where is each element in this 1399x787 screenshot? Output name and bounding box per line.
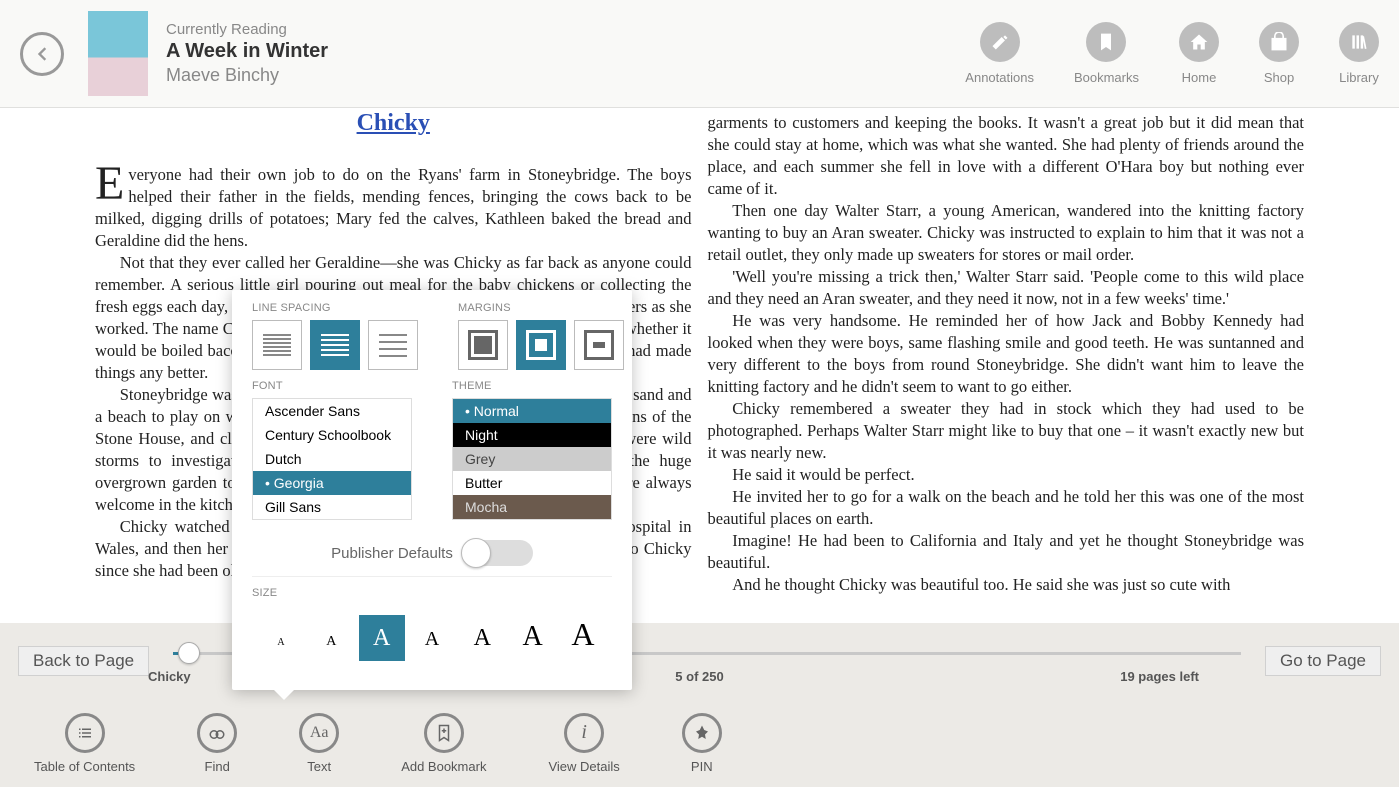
theme-butter[interactable]: Butter <box>453 471 611 495</box>
bottom-toolbar: Table of Contents Find Aa Text Add Bookm… <box>0 699 1399 787</box>
bookmark-add-icon <box>424 713 464 753</box>
back-to-page-button[interactable]: Back to Page <box>18 646 149 676</box>
home-button[interactable]: Home <box>1179 22 1219 85</box>
paragraph: He said it would be perfect. <box>708 464 1305 486</box>
header-actions: Annotations Bookmarks Home Shop Library <box>965 22 1379 85</box>
font-option[interactable]: Ascender Sans <box>253 399 411 423</box>
paragraph: garments to customers and keeping the bo… <box>708 112 1305 200</box>
library-icon <box>1339 22 1379 62</box>
theme-grey[interactable]: Grey <box>453 447 611 471</box>
theme-night[interactable]: Night <box>453 423 611 447</box>
book-title: A Week in Winter <box>166 40 328 63</box>
list-icon <box>65 713 105 753</box>
nav-label: Shop <box>1264 70 1294 85</box>
margins-label: MARGINS <box>458 302 624 314</box>
info-icon: i <box>564 713 604 753</box>
pin-button[interactable]: PIN <box>682 713 722 774</box>
toc-button[interactable]: Table of Contents <box>34 713 135 774</box>
home-icon <box>1179 22 1219 62</box>
book-author: Maeve Binchy <box>166 65 328 86</box>
font-label: FONT <box>252 380 412 392</box>
book-meta: Currently Reading A Week in Winter Maeve… <box>166 21 328 86</box>
go-to-page-button[interactable]: Go to Page <box>1265 646 1381 676</box>
size-option[interactable]: A <box>308 619 354 665</box>
paragraph: He was very handsome. He reminded her of… <box>708 310 1305 398</box>
page-count: 5 of 250 <box>675 669 723 684</box>
chapter-indicator: Chicky <box>148 669 191 684</box>
text-settings-popover: LINE SPACING MARGINS FONT Ascender Sans … <box>232 290 632 690</box>
nav-label: Library <box>1339 70 1379 85</box>
size-option[interactable]: A <box>258 620 304 666</box>
font-list[interactable]: Ascender Sans Century Schoolbook Dutch G… <box>252 398 412 520</box>
header-bar: Currently Reading A Week in Winter Maeve… <box>0 0 1399 108</box>
back-button[interactable] <box>20 32 64 76</box>
size-option[interactable]: A <box>560 611 606 657</box>
paragraph: Then one day Walter Starr, a young Ameri… <box>708 200 1305 266</box>
paragraph: And he thought Chicky was beautiful too.… <box>708 574 1305 596</box>
paragraph: 'Well you're missing a trick then,' Walt… <box>708 266 1305 310</box>
line-spacing-tight[interactable] <box>252 320 302 370</box>
font-option-selected[interactable]: Georgia <box>253 471 411 495</box>
bookmarks-button[interactable]: Bookmarks <box>1074 22 1139 85</box>
font-size-row: A A A A A A A <box>252 605 612 666</box>
size-option-selected[interactable]: A <box>359 615 405 661</box>
add-bookmark-button[interactable]: Add Bookmark <box>401 713 486 774</box>
highlighter-icon <box>980 22 1020 62</box>
toolbar-label: Text <box>307 759 331 774</box>
chapter-title: Chicky <box>95 112 692 134</box>
size-option[interactable]: A <box>459 615 505 661</box>
annotations-button[interactable]: Annotations <box>965 22 1034 85</box>
margin-narrow[interactable] <box>458 320 508 370</box>
binoculars-icon <box>197 713 237 753</box>
theme-mocha[interactable]: Mocha <box>453 495 611 519</box>
nav-label: Annotations <box>965 70 1034 85</box>
pin-icon <box>682 713 722 753</box>
progress-bar-row: Back to Page Go to Page Chicky 5 of 250 … <box>0 623 1399 699</box>
nav-label: Bookmarks <box>1074 70 1139 85</box>
font-option[interactable]: Gill Sans <box>253 495 411 519</box>
paragraph: Everyone had their own job to do on the … <box>95 164 692 252</box>
pages-left: 19 pages left <box>1120 669 1199 684</box>
shop-button[interactable]: Shop <box>1259 22 1299 85</box>
theme-list[interactable]: Normal Night Grey Butter Mocha <box>452 398 612 520</box>
text-settings-button[interactable]: Aa Text <box>299 713 339 774</box>
reading-area: Chicky Everyone had their own job to do … <box>0 108 1399 623</box>
toolbar-label: PIN <box>691 759 713 774</box>
bookmark-icon <box>1086 22 1126 62</box>
text-icon: Aa <box>299 713 339 753</box>
publisher-defaults-label: Publisher Defaults <box>331 545 453 562</box>
theme-normal[interactable]: Normal <box>453 399 611 423</box>
font-option[interactable]: Century Schoolbook <box>253 423 411 447</box>
slider-thumb[interactable] <box>178 642 200 664</box>
view-details-button[interactable]: i View Details <box>548 713 619 774</box>
line-spacing-loose[interactable] <box>368 320 418 370</box>
book-cover-thumbnail[interactable] <box>88 11 148 96</box>
toolbar-label: Table of Contents <box>34 759 135 774</box>
library-button[interactable]: Library <box>1339 22 1379 85</box>
size-option[interactable]: A <box>510 614 556 660</box>
line-spacing-label: LINE SPACING <box>252 302 418 314</box>
paragraph: Chicky remembered a sweater they had in … <box>708 398 1305 464</box>
size-label: SIZE <box>252 587 612 599</box>
toolbar-label: View Details <box>548 759 619 774</box>
shopping-bag-icon <box>1259 22 1299 62</box>
toolbar-label: Find <box>205 759 230 774</box>
paragraph: He invited her to go for a walk on the b… <box>708 486 1305 530</box>
publisher-defaults-toggle[interactable] <box>463 540 533 566</box>
line-spacing-normal[interactable] <box>310 320 360 370</box>
font-option[interactable]: Dutch <box>253 447 411 471</box>
publisher-defaults-row: Publisher Defaults <box>252 530 612 577</box>
reading-status: Currently Reading <box>166 21 328 38</box>
paragraph: Imagine! He had been to California and I… <box>708 530 1305 574</box>
find-button[interactable]: Find <box>197 713 237 774</box>
toolbar-label: Add Bookmark <box>401 759 486 774</box>
right-page[interactable]: garments to customers and keeping the bo… <box>700 108 1399 623</box>
size-option[interactable]: A <box>409 616 455 662</box>
theme-label: THEME <box>452 380 612 392</box>
margin-normal[interactable] <box>516 320 566 370</box>
nav-label: Home <box>1182 70 1217 85</box>
margin-wide[interactable] <box>574 320 624 370</box>
